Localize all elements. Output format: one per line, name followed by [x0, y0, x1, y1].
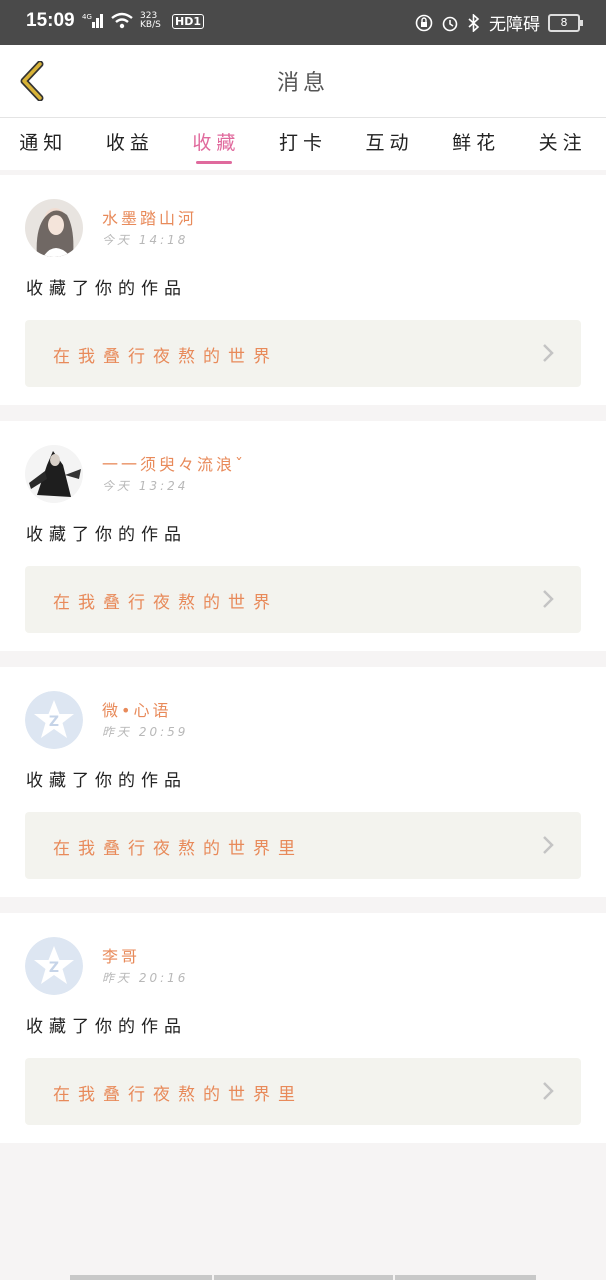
hd-icon: HD1	[172, 13, 204, 29]
avatar[interactable]: Z	[25, 937, 83, 995]
tab-flowers[interactable]: 鲜花	[452, 118, 500, 170]
bluetooth-icon	[468, 13, 480, 32]
tab-follow[interactable]: 关注	[539, 118, 587, 170]
header: 消息	[0, 45, 606, 118]
status-right-icons: 无障碍 8	[415, 10, 583, 35]
chevron-right-icon	[543, 590, 554, 608]
default-avatar-star-icon: Z	[25, 937, 83, 995]
avatar-portrait-icon	[25, 199, 83, 257]
battery-icon: 8	[548, 13, 583, 32]
action-text: 收藏了你的作品	[26, 525, 187, 545]
chevron-right-icon	[543, 836, 554, 854]
avatar[interactable]: Z	[25, 691, 83, 749]
tab-earnings[interactable]: 收益	[106, 118, 154, 170]
tab-favorites[interactable]: 收藏	[192, 118, 240, 170]
work-title: 在我叠行夜熬的世界	[53, 347, 278, 367]
message-card: 水墨踏山河 今天 14:18 收藏了你的作品 在我叠行夜熬的世界	[0, 175, 606, 405]
svg-text:Z: Z	[49, 960, 59, 976]
work-link[interactable]: 在我叠行夜熬的世界	[25, 566, 581, 633]
chevron-right-icon	[543, 344, 554, 362]
tab-interaction[interactable]: 互动	[366, 118, 414, 170]
username[interactable]: 微•心语	[102, 697, 171, 721]
default-avatar-star-icon: Z	[25, 691, 83, 749]
tab-checkin[interactable]: 打卡	[279, 118, 327, 170]
avatar[interactable]	[25, 199, 83, 257]
work-link[interactable]: 在我叠行夜熬的世界里	[25, 812, 581, 879]
lock-rotation-icon	[415, 14, 433, 31]
page-title: 消息	[276, 71, 329, 96]
status-left-icons: 4G 323 KB/S HD1	[82, 12, 204, 30]
signal-icon: 4G	[82, 13, 103, 28]
message-card: 一一须臾々流浪ˇ 今天 13:24 收藏了你的作品 在我叠行夜熬的世界	[0, 421, 606, 651]
username[interactable]: 李哥	[102, 943, 140, 967]
chevron-right-icon	[543, 1082, 554, 1100]
status-bar: 15:09 4G 323 KB/S HD1 无障碍 8	[0, 0, 606, 45]
clock: 15:09	[26, 10, 75, 31]
net-speed: 323 KB/S	[140, 11, 161, 30]
gesture-bar	[214, 1275, 393, 1280]
username[interactable]: 水墨踏山河	[102, 205, 197, 229]
tab-notice[interactable]: 通知	[19, 118, 67, 170]
avatar[interactable]	[25, 445, 83, 503]
svg-text:4G: 4G	[82, 13, 92, 21]
action-text: 收藏了你的作品	[26, 1017, 187, 1037]
work-title: 在我叠行夜熬的世界	[53, 593, 278, 613]
svg-text:Z: Z	[49, 714, 59, 730]
username[interactable]: 一一须臾々流浪ˇ	[102, 451, 246, 475]
wifi-icon	[111, 12, 133, 29]
timestamp: 昨天 20:59	[102, 725, 189, 739]
action-text: 收藏了你的作品	[26, 771, 187, 791]
timestamp: 今天 14:18	[102, 233, 189, 247]
work-title: 在我叠行夜熬的世界里	[53, 839, 303, 859]
timestamp: 昨天 20:16	[102, 971, 189, 985]
work-title: 在我叠行夜熬的世界里	[53, 1085, 303, 1105]
alarm-icon	[442, 16, 458, 31]
avatar-figure-icon	[25, 445, 83, 503]
action-text: 收藏了你的作品	[26, 279, 187, 299]
timestamp: 今天 13:24	[102, 479, 189, 493]
work-link[interactable]: 在我叠行夜熬的世界里	[25, 1058, 581, 1125]
accessibility-label: 无障碍	[489, 15, 540, 35]
message-card: Z 微•心语 昨天 20:59 收藏了你的作品 在我叠行夜熬的世界里	[0, 667, 606, 897]
tab-bar: 通知 收益 收藏 打卡 互动 鲜花 关注	[0, 118, 606, 170]
work-link[interactable]: 在我叠行夜熬的世界	[25, 320, 581, 387]
gesture-bar	[395, 1275, 536, 1280]
message-card: Z 李哥 昨天 20:16 收藏了你的作品 在我叠行夜熬的世界里	[0, 913, 606, 1143]
gesture-bar	[70, 1275, 212, 1280]
